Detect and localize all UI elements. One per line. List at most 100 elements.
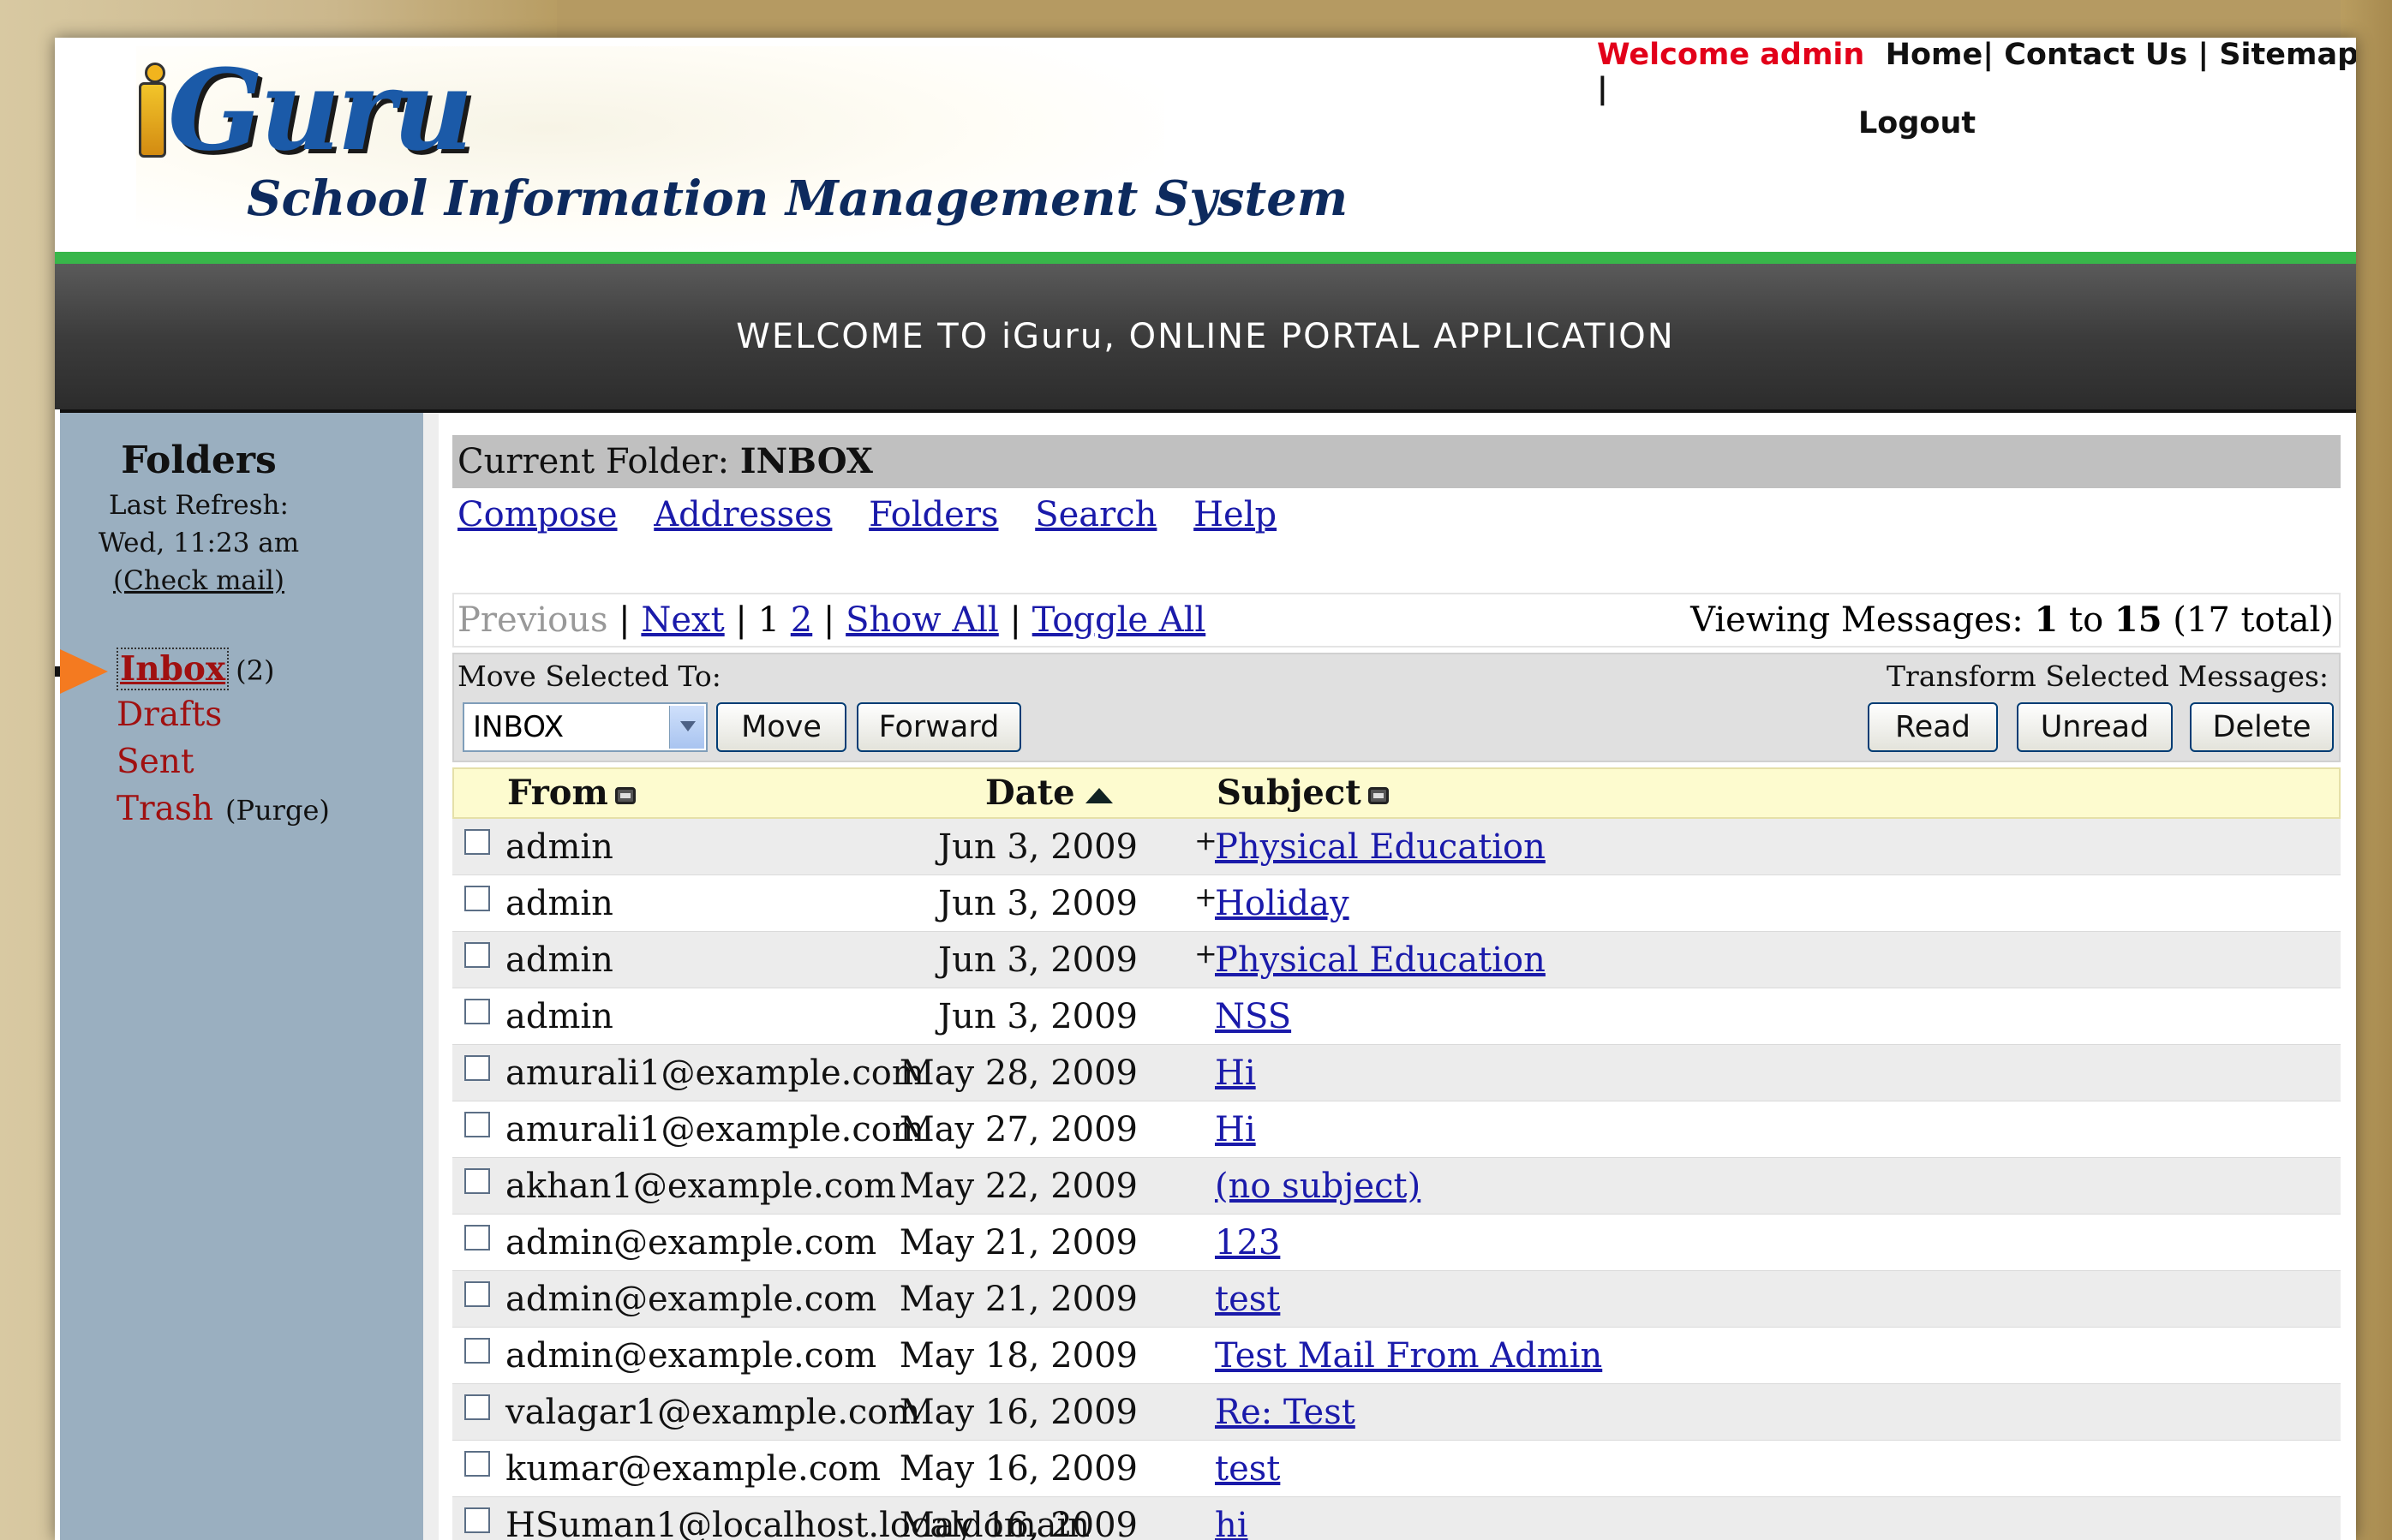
- trash-label[interactable]: Trash: [117, 790, 213, 828]
- select-checkbox[interactable]: [464, 1225, 490, 1251]
- unread-button[interactable]: Unread: [2017, 702, 2173, 752]
- select-checkbox[interactable]: [464, 1507, 490, 1533]
- select-checkbox[interactable]: [464, 1451, 490, 1477]
- message-subject[interactable]: test: [1215, 1280, 1280, 1319]
- transform-selected-label: Transform Selected Messages:: [1887, 660, 2329, 693]
- message-subject-link[interactable]: test: [1215, 1449, 1280, 1489]
- message-row[interactable]: amurali1@example.com May 28, 2009 Hi: [452, 1045, 2341, 1101]
- message-rows: admin Jun 3, 2009 + Physical Education admin…: [452, 819, 2341, 1540]
- next-link[interactable]: Next: [641, 600, 724, 640]
- purge-link[interactable]: (Purge): [225, 794, 330, 827]
- message-from: admin: [505, 884, 613, 923]
- message-row[interactable]: admin Jun 3, 2009 + Physical Education: [452, 819, 2341, 875]
- message-from: admin: [505, 827, 613, 867]
- message-row[interactable]: HSuman1@localhost.localdomain May 16, 200…: [452, 1497, 2341, 1540]
- message-subject-link[interactable]: Re: Test: [1215, 1393, 1355, 1432]
- message-subject[interactable]: test: [1215, 1449, 1280, 1489]
- message-subject[interactable]: Hi: [1215, 1110, 1256, 1149]
- message-subject-link[interactable]: Physical Education: [1215, 940, 1546, 980]
- select-checkbox[interactable]: [464, 942, 490, 968]
- previous-link: Previous: [457, 600, 608, 640]
- sort-icon[interactable]: [1367, 787, 1389, 804]
- read-button[interactable]: Read: [1868, 702, 1998, 752]
- message-subject[interactable]: Physical Education: [1215, 827, 1546, 867]
- select-checkbox[interactable]: [464, 1112, 490, 1137]
- attachment-flag: +: [1194, 880, 1217, 913]
- move-folder-select[interactable]: INBOX: [463, 702, 708, 752]
- message-subject-link[interactable]: Physical Education: [1215, 827, 1546, 867]
- message-subject[interactable]: NSS: [1215, 997, 1291, 1036]
- welcome-banner: WELCOME TO iGuru, ONLINE PORTAL APPLICAT…: [55, 264, 2356, 409]
- message-row[interactable]: amurali1@example.com May 27, 2009 Hi: [452, 1101, 2341, 1158]
- move-selected-label: Move Selected To:: [457, 660, 721, 693]
- mailbox-main: Current Folder: INBOX Compose Addresses …: [439, 413, 2356, 1540]
- move-button[interactable]: Move: [716, 702, 846, 752]
- sidebar-item-sent[interactable]: Sent: [117, 743, 194, 781]
- select-checkbox[interactable]: [464, 1394, 490, 1420]
- message-subject[interactable]: 123: [1215, 1223, 1280, 1262]
- message-date: May 21, 2009: [899, 1280, 1138, 1319]
- logout-link[interactable]: Logout: [1858, 106, 1976, 140]
- message-row[interactable]: akhan1@example.com May 22, 2009 (no subjec…: [452, 1158, 2341, 1215]
- column-date[interactable]: Date: [985, 773, 1113, 813]
- message-subject-link[interactable]: (no subject): [1215, 1167, 1420, 1206]
- inbox-label[interactable]: Inbox: [117, 648, 230, 690]
- message-row[interactable]: admin@example.com May 21, 2009 123: [452, 1215, 2341, 1271]
- sort-ascending-icon[interactable]: [1085, 788, 1113, 803]
- message-row[interactable]: admin@example.com May 18, 2009 Test Mail F…: [452, 1328, 2341, 1384]
- help-link[interactable]: Help: [1193, 495, 1277, 534]
- message-row[interactable]: admin Jun 3, 2009 NSS: [452, 988, 2341, 1045]
- compose-link[interactable]: Compose: [457, 495, 618, 534]
- sidebar-item-drafts[interactable]: Drafts: [117, 695, 222, 734]
- message-subject[interactable]: Test Mail From Admin: [1215, 1336, 1602, 1376]
- select-checkbox[interactable]: [464, 1055, 490, 1081]
- message-subject-link[interactable]: Test Mail From Admin: [1215, 1336, 1602, 1376]
- message-subject-link[interactable]: test: [1215, 1280, 1280, 1319]
- select-checkbox[interactable]: [464, 1281, 490, 1307]
- chevron-down-icon[interactable]: [669, 706, 704, 749]
- message-subject[interactable]: (no subject): [1215, 1167, 1420, 1206]
- message-date: May 18, 2009: [899, 1336, 1138, 1376]
- contact-us-link[interactable]: Contact Us |: [2004, 38, 2209, 72]
- folders-link[interactable]: Folders: [869, 495, 998, 534]
- message-subject-link[interactable]: 123: [1215, 1223, 1280, 1262]
- select-checkbox[interactable]: [464, 1338, 490, 1364]
- message-subject-link[interactable]: Hi: [1215, 1054, 1256, 1093]
- message-subject[interactable]: hi: [1215, 1506, 1248, 1540]
- message-row[interactable]: admin@example.com May 21, 2009 test: [452, 1271, 2341, 1328]
- column-from[interactable]: From: [507, 773, 636, 813]
- message-subject[interactable]: Re: Test: [1215, 1393, 1355, 1432]
- select-checkbox[interactable]: [464, 999, 490, 1024]
- message-row[interactable]: valagar1@example.com May 16, 2009 Re: Test: [452, 1384, 2341, 1441]
- addresses-link[interactable]: Addresses: [654, 495, 832, 534]
- arrow-right-icon: [60, 649, 108, 694]
- sidebar-item-trash[interactable]: Trash (Purge): [117, 790, 330, 828]
- message-row[interactable]: admin Jun 3, 2009 + Holiday: [452, 875, 2341, 932]
- message-subject[interactable]: Hi: [1215, 1054, 1256, 1093]
- message-row[interactable]: kumar@example.com May 16, 2009 test: [452, 1441, 2341, 1497]
- message-date: Jun 3, 2009: [938, 827, 1138, 867]
- select-checkbox[interactable]: [464, 829, 490, 855]
- message-subject[interactable]: Physical Education: [1215, 940, 1546, 980]
- sort-icon[interactable]: [614, 787, 636, 804]
- message-subject-link[interactable]: NSS: [1215, 997, 1291, 1036]
- show-all-link[interactable]: Show All: [846, 600, 999, 640]
- forward-button[interactable]: Forward: [857, 702, 1021, 752]
- page-2-link[interactable]: 2: [791, 600, 812, 640]
- select-checkbox[interactable]: [464, 886, 490, 911]
- message-subject-link[interactable]: Hi: [1215, 1110, 1256, 1149]
- message-row[interactable]: admin Jun 3, 2009 + Physical Education: [452, 932, 2341, 988]
- sidebar-item-inbox[interactable]: Inbox (2): [117, 648, 274, 690]
- attachment-flag: +: [1194, 937, 1217, 970]
- top-links: Welcome admin Home| Contact Us | Sitemap…: [1597, 38, 2356, 140]
- message-subject-link[interactable]: hi: [1215, 1506, 1248, 1540]
- select-checkbox[interactable]: [464, 1168, 490, 1194]
- home-link[interactable]: Home|: [1886, 38, 1994, 72]
- column-subject[interactable]: Subject: [1217, 773, 1389, 813]
- message-subject-link[interactable]: Holiday: [1215, 884, 1349, 923]
- check-mail-link[interactable]: (Check mail): [113, 565, 284, 596]
- search-link[interactable]: Search: [1035, 495, 1157, 534]
- delete-button[interactable]: Delete: [2190, 702, 2334, 752]
- toggle-all-link[interactable]: Toggle All: [1032, 600, 1206, 640]
- message-subject[interactable]: Holiday: [1215, 884, 1349, 923]
